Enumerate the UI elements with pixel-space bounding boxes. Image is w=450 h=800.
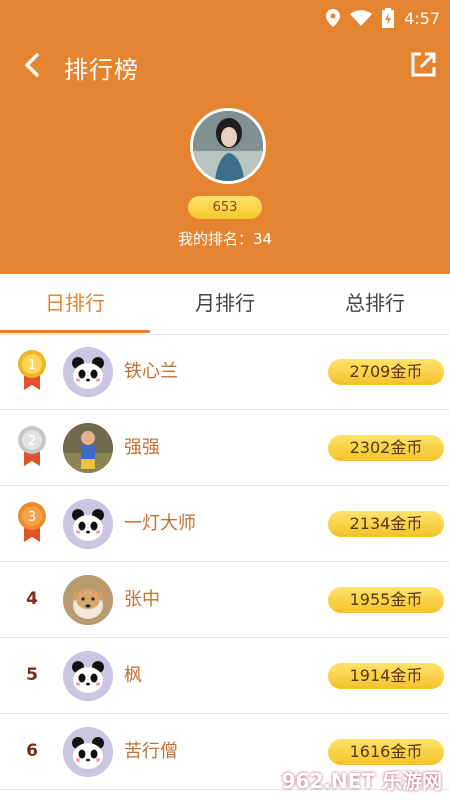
tab-monthly[interactable]: 月排行 [150, 274, 300, 334]
user-name: 铁心兰 [124, 361, 178, 382]
status-icons: 4:57 [326, 8, 440, 28]
bronze-medal-icon: 3 [18, 502, 46, 542]
rank-number: 4 [26, 589, 38, 609]
score-badge: 653 [188, 196, 262, 219]
rank-number: 1 [28, 358, 36, 373]
rank-number: 3 [28, 510, 36, 525]
gold-medal-icon: 1 [18, 350, 46, 390]
user-name: 张中 [124, 589, 160, 610]
tab-total[interactable]: 总排行 [300, 274, 450, 334]
location-icon [326, 9, 341, 27]
page-title: 排行榜 [64, 56, 139, 84]
status-time: 4:57 [404, 8, 440, 28]
list-item[interactable]: 5 枫 1914金币 [0, 638, 450, 714]
back-arrow-icon[interactable] [18, 50, 48, 80]
header: 4:57 排行榜 653 我的排名：34 [0, 0, 450, 274]
rank-number: 5 [26, 665, 38, 685]
battery-icon [382, 8, 395, 28]
tab-indicator [0, 330, 150, 333]
user-name: 枫 [124, 665, 142, 686]
tab-bar: 日排行 月排行 总排行 [0, 274, 450, 335]
rank-number: 6 [26, 741, 38, 761]
coin-badge: 1616金币 [328, 739, 444, 765]
coin-badge: 2134金币 [328, 511, 444, 537]
nav-bar: 排行榜 [0, 40, 450, 90]
my-rank-label: 我的排名：34 [177, 230, 273, 248]
watermark: 962.NET 乐游网 [281, 769, 442, 793]
avatar-panda [63, 651, 113, 701]
list-item[interactable]: 4 张中 1955金币 [0, 562, 450, 638]
user-name: 强强 [124, 437, 160, 458]
tab-daily[interactable]: 日排行 [0, 274, 150, 334]
wifi-icon [350, 10, 373, 26]
status-bar: 4:57 [0, 0, 450, 36]
user-name: 苦行僧 [124, 741, 178, 762]
avatar-panda [63, 347, 113, 397]
avatar-panda [63, 727, 113, 777]
user-photo [193, 111, 263, 181]
user-name: 一灯大师 [124, 513, 196, 534]
coin-badge: 2302金币 [328, 435, 444, 461]
coin-badge: 1914金币 [328, 663, 444, 689]
list-item[interactable]: 1 铁心兰 2709金币 [0, 334, 450, 410]
user-avatar[interactable] [190, 108, 266, 184]
ranking-list: 1 铁心兰 2709金币 2 强强 2302金币 3 一灯大师 2134金币 4… [0, 334, 450, 790]
avatar-photo [63, 423, 113, 473]
avatar-panda [63, 499, 113, 549]
list-item[interactable]: 2 强强 2302金币 [0, 410, 450, 486]
coin-badge: 2709金币 [328, 359, 444, 385]
list-item[interactable]: 3 一灯大师 2134金币 [0, 486, 450, 562]
avatar-photo [63, 575, 113, 625]
coin-badge: 1955金币 [328, 587, 444, 613]
rank-number: 2 [28, 434, 36, 449]
silver-medal-icon: 2 [18, 426, 46, 466]
share-icon[interactable] [408, 50, 438, 80]
